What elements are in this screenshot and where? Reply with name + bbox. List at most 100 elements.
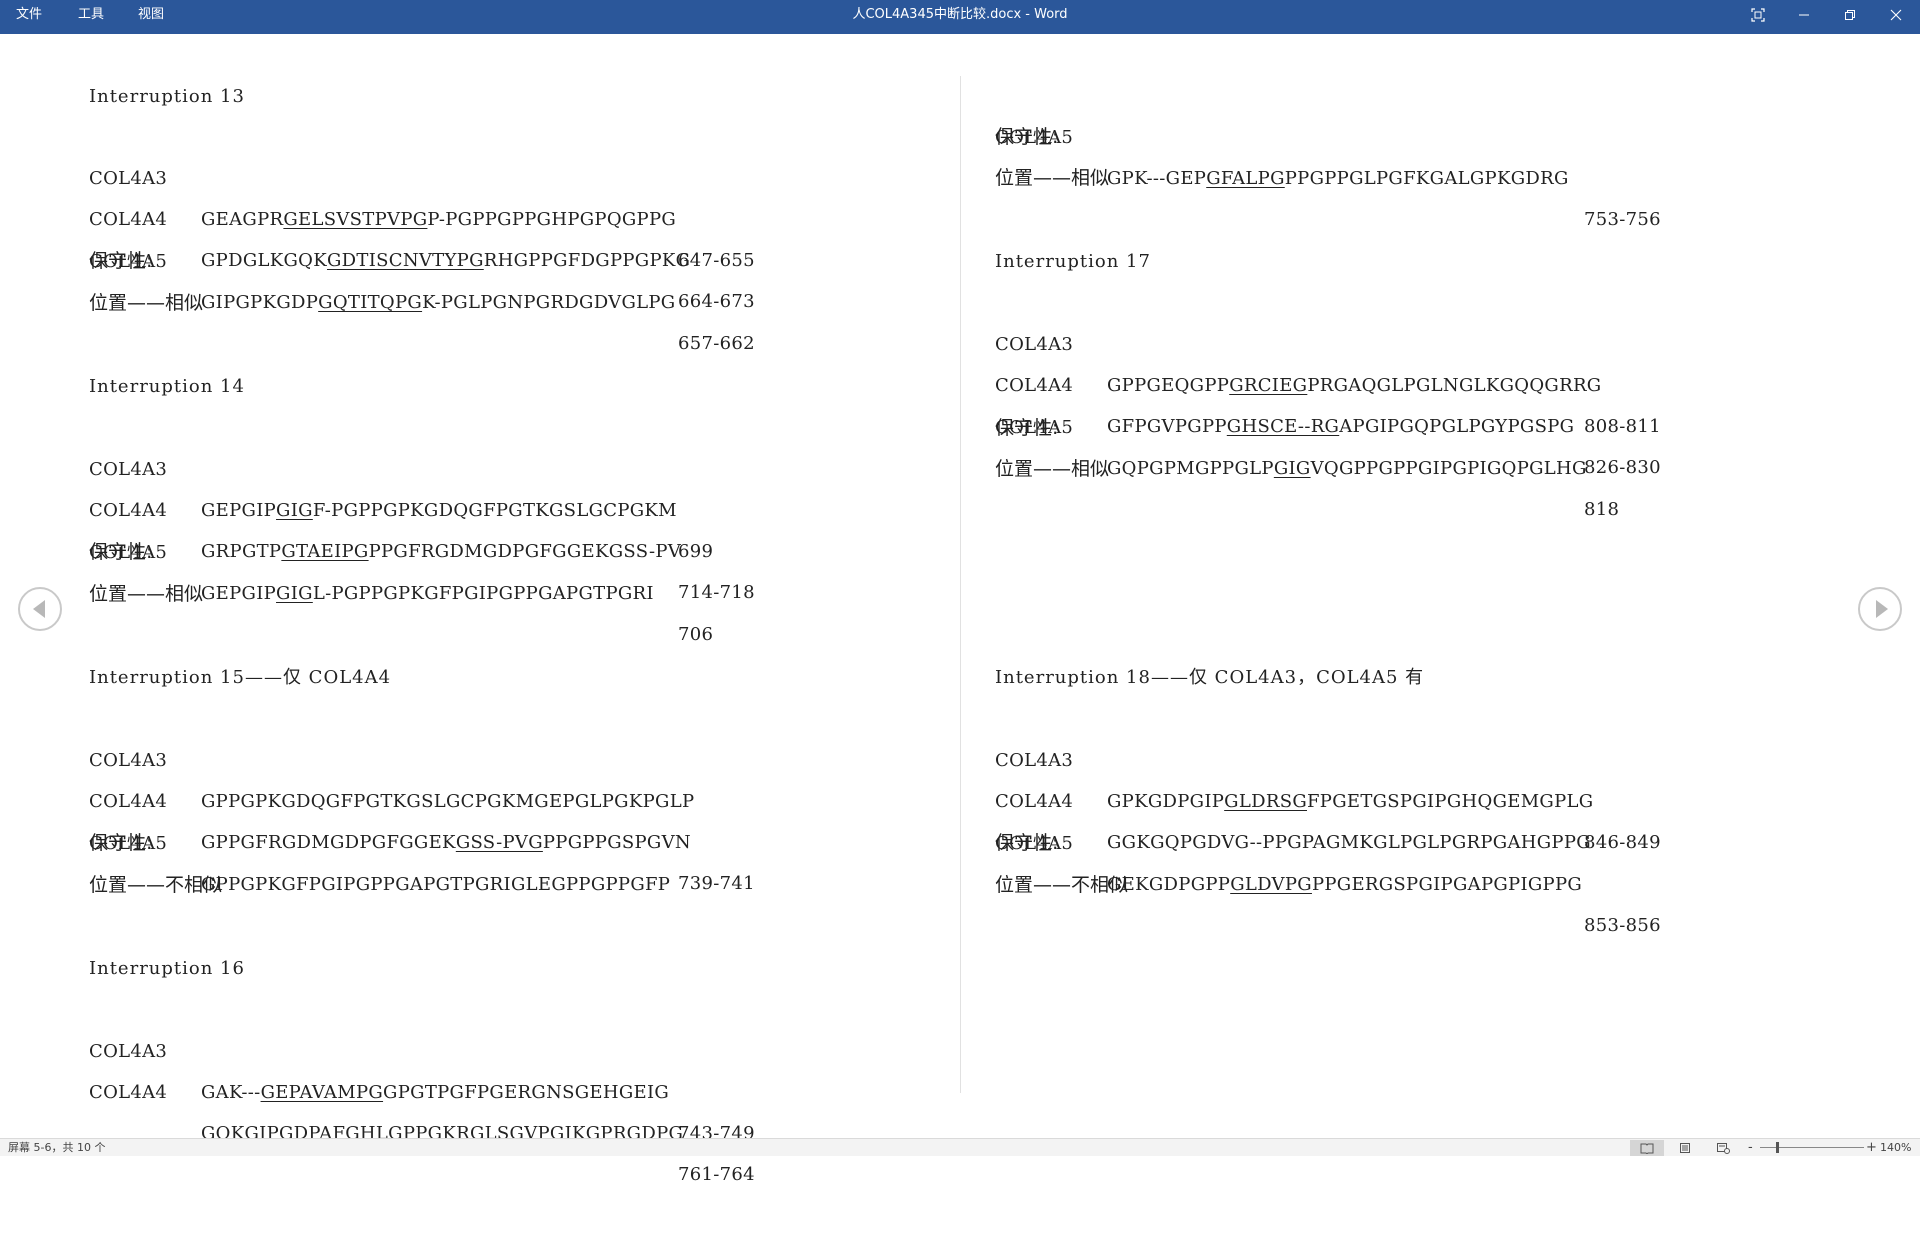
- residue-range: 714-718: [678, 582, 755, 603]
- position-note: 位置——相似: [89, 583, 204, 605]
- underlined-motif: GSS-PVG: [455, 832, 543, 853]
- sequence-row: COL4A5 GIPGPKGDPGQTITQPGK-PGLPGNPGRDGDVG…: [89, 200, 755, 354]
- sequence-row: COL4A4 GPPGFRGDMGDPGFGGEKGSS-PVGPPGPPGSP…: [89, 740, 755, 894]
- title-bar: 文件 工具 视图 人COL4A345中断比较.docx - Word: [0, 0, 1920, 34]
- underlined-motif: GELSVSTPVPG: [283, 209, 428, 230]
- web-layout-icon: [1717, 1143, 1730, 1154]
- page-indicator: 屏幕 5-6，共 10 个: [8, 1141, 106, 1154]
- previous-page-button[interactable]: [18, 587, 62, 631]
- conservation-label: 保守性:: [89, 541, 153, 563]
- sequence-row: COL4A3 GAK---GEPAVAMPGGPGTPGFPGERGNSGEHG…: [89, 990, 755, 1144]
- sequence: GPDGLKGQKGDTISCNVTYPGRHGPPGFDGPPGPKG: [201, 250, 691, 271]
- underlined-motif: GHSCE--RG: [1226, 416, 1340, 437]
- underlined-motif: GRCIEG: [1229, 375, 1308, 396]
- underlined-motif: GLDVPG: [1230, 874, 1312, 895]
- residue-range: 761-764: [678, 1164, 755, 1185]
- residue-range: 846-849: [1584, 832, 1661, 853]
- residue-range: 699: [678, 541, 714, 562]
- close-icon[interactable]: [1874, 0, 1918, 29]
- section-heading: Interruption 18——仅 COL4A3，COL4A5 有: [995, 667, 1425, 688]
- read-mode-button[interactable]: [1630, 1140, 1664, 1156]
- sequence-row: COL4A5 GQPGPMGPPGLPGIGVQGPPGPPGIPGPIGQPG…: [995, 366, 1619, 520]
- sequence-row: COL4A5 GEKGDPGPPGLDVPGPPGERGSPGIPGAPGPIG…: [995, 782, 1661, 936]
- page-icon: [1680, 1143, 1690, 1153]
- sequence: GGKGQPGDVG--PPGPAGMKGLPGLPGRPGAHGPPG: [1107, 832, 1591, 853]
- sequence: GEPGIPGIGF-PGPPGPKGDQGFPGTKGSLGCPGKM: [201, 500, 677, 521]
- sequence-row: COL4A4 GRPGTPGTAEIPGPPGFRGDMGDPGFGGEKGSS…: [89, 449, 755, 603]
- section-heading: Interruption 15——仅 COL4A4: [89, 667, 392, 688]
- document-title: 人COL4A345中断比较.docx - Word: [852, 7, 1068, 22]
- sequence-row: COL4A3 GPPGEQGPPGRCIEGPRGAQGLPGLNGLKGQQG…: [995, 283, 1661, 437]
- gene-label: COL4A4: [89, 1082, 168, 1103]
- sequence: GEKGDPGPPGLDVPGPPGERGSPGIPGAPGPIGPPG: [1107, 874, 1583, 895]
- sequence: GPK---GEPGFALPGPPGPPGLPGFKGALGPKGDRG: [1107, 168, 1569, 189]
- status-bar: 屏幕 5-6，共 10 个 - + 140%: [0, 1138, 1920, 1156]
- position-note: 位置——相似: [89, 292, 204, 314]
- conservation-label: 保守性:: [995, 126, 1059, 148]
- document-reading-view: Interruption 13 COL4A3 GEAGPRGELSVSTPVPG…: [0, 34, 1920, 1185]
- residue-range: 664-673: [678, 291, 755, 312]
- section-heading: Interruption 17: [995, 251, 1151, 272]
- zoom-slider-thumb[interactable]: [1776, 1142, 1779, 1153]
- underlined-motif: GDTISCNVTYPG: [326, 250, 484, 271]
- residue-range: 818: [1584, 499, 1620, 520]
- residue-range: 706: [678, 624, 714, 645]
- fullscreen-icon[interactable]: [1736, 0, 1780, 29]
- sequence-row: COL4A4 GFPGVPGPPGHSCE--RGAPGIPGQPGLPGYPG…: [995, 324, 1661, 478]
- sequence-row: COL4A5 GPK---GEPGFALPGPPGPPGLPGFKGALGPKG…: [995, 76, 1661, 230]
- zoom-in-button[interactable]: +: [1866, 1139, 1877, 1156]
- underlined-motif: GLDRSG: [1224, 791, 1307, 812]
- print-layout-button[interactable]: [1668, 1140, 1702, 1156]
- sequence: GPPGPKGDQGFPGTKGSLGCPGKMGEPGLPGKPGLP: [201, 791, 695, 812]
- sequence-row: COL4A3 GPKGDPGIPGLDRSGFPGETGSPGIPGHQGEMG…: [995, 699, 1661, 853]
- sequence-row: COL4A5 GPPGPKGFPGIPGPPGAPGTPGRIGLEGPPGPP…: [89, 782, 670, 895]
- sequence: GPPGEQGPPGRCIEGPRGAQGLPGLNGLKGQQGRRG: [1107, 375, 1602, 396]
- residue-range: 739-741: [678, 873, 755, 894]
- sequence-row: COL4A3 GEPGIPGIGF-PGPPGPKGDQGFPGTKGSLGCP…: [89, 408, 713, 562]
- zoom-level[interactable]: 140%: [1880, 1139, 1911, 1156]
- next-page-button[interactable]: [1858, 587, 1902, 631]
- sequence: GAK---GEPAVAMPGGPGTPGFPGERGNSGEHGEIG: [201, 1082, 670, 1103]
- section-heading: Interruption 13: [89, 86, 245, 107]
- sequence-row: COL4A4 GPDGLKGQKGDTISCNVTYPGRHGPPGFDGPPG…: [89, 158, 755, 312]
- restore-icon[interactable]: [1828, 0, 1872, 29]
- sequence: GPPGPKGFPGIPGPPGAPGTPGRIGLEGPPGPPGFP: [201, 874, 671, 895]
- position-note: 位置——不相似: [89, 874, 223, 896]
- underlined-motif: GFALPG: [1206, 168, 1285, 189]
- section-heading: Interruption 14: [89, 376, 245, 397]
- sequence-row: COL4A5 GEPGIPGIGL-PGPPGPKGFPGIPGPPGAPGTP…: [89, 491, 713, 645]
- web-layout-button[interactable]: [1706, 1140, 1740, 1156]
- chevron-left-icon: [32, 600, 45, 618]
- residue-range: 853-856: [1584, 915, 1661, 936]
- sequence-row: COL4A3 GEAGPRGELSVSTPVPGP-PGPPGPPGHPGPQG…: [89, 117, 755, 271]
- residue-range: 657-662: [678, 333, 755, 354]
- chevron-right-icon: [1875, 600, 1888, 618]
- underlined-motif: GEPAVAMPG: [260, 1082, 384, 1103]
- minimize-icon[interactable]: [1782, 0, 1826, 29]
- book-icon: [1640, 1143, 1654, 1154]
- sequence: GFPGVPGPPGHSCE--RGAPGIPGQPGLPGYPGSPG: [1107, 416, 1575, 437]
- underlined-motif: GIG: [276, 583, 313, 604]
- position-note: 位置——不相似: [995, 874, 1129, 896]
- underlined-motif: GIG: [1273, 458, 1311, 479]
- underlined-motif: GQTITQPG: [318, 292, 423, 313]
- position-note: 位置——相似: [995, 458, 1110, 480]
- zoom-out-button[interactable]: -: [1748, 1139, 1753, 1156]
- underlined-motif: GTAEIPG: [281, 541, 369, 562]
- conservation-label: 保守性:: [89, 250, 153, 272]
- sequence: GRPGTPGTAEIPGPPGFRGDMGDPGFGGEKGSS-PV: [201, 541, 682, 562]
- position-note: 位置——相似: [995, 167, 1110, 189]
- sequence: GPPGFRGDMGDPGFGGEKGSS-PVGPPGPPGSPGVN: [201, 832, 691, 853]
- sequence: GEPGIPGIGL-PGPPGPKGFPGIPGPPGAPGTPGRI: [201, 583, 654, 604]
- conservation-label: 保守性:: [995, 417, 1059, 439]
- sequence: GPKGDPGIPGLDRSGFPGETGSPGIPGHQGEMGPLG: [1107, 791, 1594, 812]
- sequence-row: COL4A4 GGKGQPGDVG--PPGPAGMKGLPGLPGRPGAHG…: [995, 740, 1591, 853]
- conservation-label: 保守性:: [995, 832, 1059, 854]
- sequence: GIPGPKGDPGQTITQPGK-PGLPGNPGRDGDVGLPG: [201, 292, 676, 313]
- residue-range: 826-830: [1584, 457, 1661, 478]
- sequence: GEAGPRGELSVSTPVPGP-PGPPGPPGHPGPQGPPG: [201, 209, 677, 230]
- underlined-motif: GIG: [276, 500, 313, 521]
- section-heading: Interruption 16: [89, 958, 245, 979]
- conservation-label: 保守性:: [89, 832, 153, 854]
- residue-range: 808-811: [1584, 416, 1661, 437]
